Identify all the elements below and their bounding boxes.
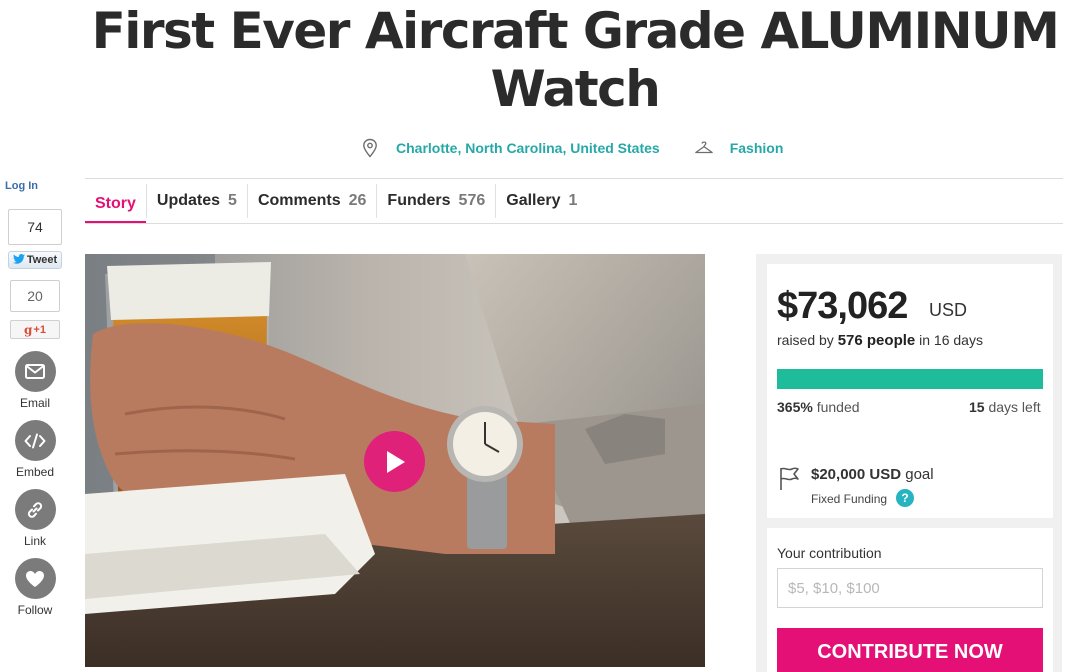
twitter-bird-icon xyxy=(12,253,25,267)
raised-summary: raised by 576 people in 16 days xyxy=(777,332,983,349)
backer-count: 576 people xyxy=(837,332,916,349)
funded-label: funded xyxy=(816,399,860,415)
gplus-count: 20 xyxy=(10,280,60,312)
goal-label: goal xyxy=(905,466,934,483)
tab-count: 5 xyxy=(228,192,237,209)
tab-updates[interactable]: Updates 5 xyxy=(145,184,247,218)
tab-count: 1 xyxy=(568,192,578,209)
tweet-button[interactable]: Tweet xyxy=(8,251,62,269)
tab-count: 576 xyxy=(458,192,486,209)
contribute-now-button[interactable]: CONTRIBUTE NOW xyxy=(777,628,1043,672)
funded-percent: 365% funded xyxy=(777,399,860,415)
email-share-button[interactable]: Email xyxy=(13,351,57,410)
contribution-label: Your contribution xyxy=(777,545,882,561)
tab-count: 26 xyxy=(348,192,367,209)
help-icon[interactable]: ? xyxy=(896,489,914,507)
tab-label: Gallery xyxy=(506,192,561,209)
funding-progress-bar xyxy=(777,369,1043,389)
share-label: Embed xyxy=(15,465,55,479)
location-link[interactable]: Charlotte, North Carolina, United States xyxy=(396,140,660,156)
funding-progress-fill xyxy=(777,369,1043,389)
tab-comments[interactable]: Comments 26 xyxy=(246,184,376,218)
category-link[interactable]: Fashion xyxy=(730,140,784,156)
goal-amount: $20,000 xyxy=(811,466,866,483)
tweet-label: Tweet xyxy=(26,254,58,266)
days-left: 15 days left xyxy=(969,399,1041,415)
gplus-label: +1 xyxy=(33,323,46,336)
follow-button[interactable]: Follow xyxy=(13,558,57,617)
funded-percent-value: 365% xyxy=(777,399,813,415)
envelope-icon xyxy=(14,351,56,392)
share-label: Link xyxy=(23,534,46,548)
campaign-meta: Charlotte, North Carolina, United States… xyxy=(360,136,783,160)
campaign-title: First Ever Aircraft Grade ALUMINUM Watch xyxy=(91,2,1060,118)
share-label: Follow xyxy=(17,603,53,617)
share-label: Email xyxy=(19,396,50,410)
divider xyxy=(85,223,1063,224)
gplus-button[interactable]: g +1 xyxy=(10,320,60,339)
raised-prefix: raised by xyxy=(777,332,834,348)
contribution-input[interactable] xyxy=(777,568,1043,608)
embed-share-button[interactable]: Embed xyxy=(13,420,57,479)
link-icon xyxy=(14,489,56,530)
days-left-label: days left xyxy=(988,399,1041,415)
funding-type: Fixed Funding xyxy=(811,492,888,506)
play-icon xyxy=(386,450,405,473)
heart-icon xyxy=(14,558,56,599)
play-button[interactable] xyxy=(364,431,425,492)
days-left-value: 15 xyxy=(969,399,985,415)
code-icon xyxy=(14,420,56,461)
flag-icon xyxy=(778,465,800,496)
tab-bar: Story Updates 5 Comments 26 Funders 576 … xyxy=(85,179,587,224)
goal-currency: USD xyxy=(869,466,902,483)
hanger-icon xyxy=(694,137,714,159)
raised-suffix: in 16 days xyxy=(919,332,983,348)
raised-amount: $73,062 xyxy=(777,285,908,327)
tab-label: Story xyxy=(95,194,136,212)
goal-summary: $20,000 USD goal xyxy=(811,466,934,483)
tab-label: Comments xyxy=(257,192,341,209)
location-pin-icon xyxy=(360,137,380,159)
tab-label: Updates xyxy=(156,192,221,209)
login-link[interactable]: Log In xyxy=(5,180,38,192)
tab-story[interactable]: Story xyxy=(85,184,146,224)
tab-funders[interactable]: Funders 576 xyxy=(376,184,495,218)
tab-label: Funders xyxy=(387,192,451,209)
link-share-button[interactable]: Link xyxy=(13,489,57,548)
google-plus-icon: g xyxy=(24,322,33,337)
tweet-count: 74 xyxy=(8,209,62,245)
tab-gallery[interactable]: Gallery 1 xyxy=(495,184,587,218)
campaign-video[interactable] xyxy=(85,254,705,667)
raised-currency: USD xyxy=(929,300,968,320)
